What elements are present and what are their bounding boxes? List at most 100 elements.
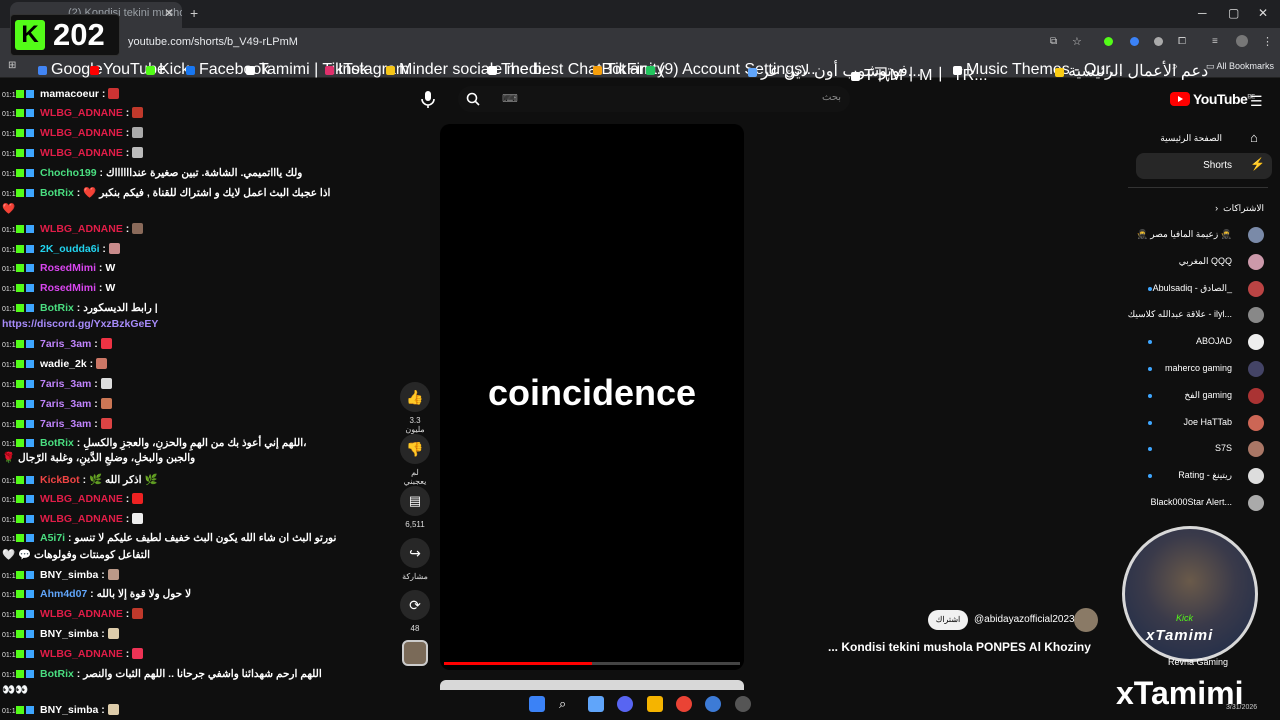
subscription-item[interactable]: ABOJAD xyxy=(1196,336,1232,346)
subscription-avatar[interactable] xyxy=(1248,254,1264,270)
subscription-item[interactable]: الفخ gaming xyxy=(1184,390,1232,401)
taskbar-search-icon[interactable]: ⌕ xyxy=(559,696,575,712)
subscription-avatar[interactable] xyxy=(1248,227,1264,243)
extension-icon[interactable] xyxy=(1104,37,1113,46)
chat-username[interactable]: 7aris_3am xyxy=(40,418,91,430)
chat-username[interactable]: WLBG_ADNANE xyxy=(40,648,123,660)
chat-username[interactable]: Chocho199 xyxy=(40,167,97,179)
chat-username[interactable]: wadie_2k xyxy=(40,358,87,370)
remix-button[interactable]: ⟳ 48 xyxy=(400,590,430,633)
chat-username[interactable]: WLBG_ADNANE xyxy=(40,127,123,139)
subscription-item[interactable]: Rating - ريتينغ xyxy=(1178,470,1232,481)
discord-icon[interactable] xyxy=(617,696,633,712)
chat-username[interactable]: WLBG_ADNANE xyxy=(40,493,123,505)
chat-username[interactable]: WLBG_ADNANE xyxy=(40,513,123,525)
chat-username[interactable]: RosedMimi xyxy=(40,262,96,274)
chat-username[interactable]: WLBG_ADNANE xyxy=(40,608,123,620)
video-description[interactable]: ... Kondisi tekini mushola PONPES Al Kho… xyxy=(828,640,1091,654)
subscription-avatar[interactable] xyxy=(1248,468,1264,484)
browser-menu-icon[interactable]: ⋮ xyxy=(1262,35,1273,48)
app-icon[interactable] xyxy=(705,696,721,712)
nav-shorts[interactable]: Shorts xyxy=(1203,160,1232,171)
chat-username[interactable]: 7aris_3am xyxy=(40,398,91,410)
chat-username[interactable]: 7aris_3am xyxy=(40,378,91,390)
apps-grid-icon[interactable]: ⊞ xyxy=(8,60,16,71)
subscription-avatar[interactable] xyxy=(1248,361,1264,377)
all-bookmarks-link[interactable]: ▭ All Bookmarks xyxy=(1206,61,1274,72)
channel-avatar[interactable] xyxy=(1074,608,1098,632)
bookmark-star-icon[interactable]: ☆ xyxy=(1072,35,1082,48)
keyboard-icon[interactable]: ⌨ xyxy=(502,92,518,105)
subscription-item[interactable]: S7S xyxy=(1215,443,1232,453)
minimize-icon[interactable]: ─ xyxy=(1198,6,1207,20)
subscription-item[interactable]: Black000Star Alert... xyxy=(1150,497,1232,507)
chrome-icon[interactable] xyxy=(676,696,692,712)
search-icon[interactable] xyxy=(466,92,480,106)
nav-home[interactable]: الصفحة الرئيسية xyxy=(1160,133,1222,144)
bookmark-item[interactable]: Kick xyxy=(146,61,189,79)
subscription-item[interactable]: 🥷 زعيمة المافيا مصر 🥷 xyxy=(1137,229,1232,240)
chat-username[interactable]: BNY_simba xyxy=(40,704,98,716)
extensions-puzzle-icon[interactable]: ⧠ xyxy=(1178,36,1186,47)
subscription-avatar[interactable] xyxy=(1248,388,1264,404)
new-tab-icon[interactable]: + xyxy=(190,5,198,21)
chat-username[interactable]: WLBG_ADNANE xyxy=(40,147,123,159)
chat-link[interactable]: https://discord.gg/YxzBzkGeEY xyxy=(2,318,158,330)
chat-username[interactable]: WLBG_ADNANE xyxy=(40,223,123,235)
close-window-icon[interactable]: ✕ xyxy=(1258,6,1268,20)
extension-icon[interactable] xyxy=(1130,37,1139,46)
channel-name[interactable]: @abidayazofficial2023 xyxy=(974,614,1075,625)
chat-username[interactable]: BotRix xyxy=(40,437,74,449)
chat-username[interactable]: BNY_simba xyxy=(40,569,98,581)
sound-avatar[interactable] xyxy=(402,640,428,666)
profile-avatar[interactable] xyxy=(1236,35,1248,47)
subscription-item[interactable]: Abulsadiq - الصادق_ xyxy=(1153,283,1232,294)
chat-username[interactable]: BotRix xyxy=(40,187,74,199)
subscription-item[interactable]: المغربي QQQ xyxy=(1179,256,1232,267)
chat-timestamp: 01:12 xyxy=(2,151,20,158)
close-tab-icon[interactable]: ✕ xyxy=(164,6,174,20)
hamburger-menu-icon[interactable]: ☰ xyxy=(1250,93,1263,110)
subscription-avatar[interactable] xyxy=(1248,281,1264,297)
microphone-icon[interactable] xyxy=(417,88,439,110)
subscription-item[interactable]: علاقة عبدالله كلاسيك - ilyl... xyxy=(1128,309,1232,320)
subscription-avatar[interactable] xyxy=(1248,441,1264,457)
url-field[interactable]: youtube.com/shorts/b_V49-rLPmM xyxy=(120,33,1020,52)
file-explorer-icon[interactable] xyxy=(588,696,604,712)
subscription-avatar[interactable] xyxy=(1248,415,1264,431)
maximize-icon[interactable]: ▢ xyxy=(1228,6,1239,20)
subscription-avatar[interactable] xyxy=(1248,495,1264,511)
chat-username[interactable]: BotRix xyxy=(40,302,74,314)
chat-username[interactable]: KickBot xyxy=(40,474,80,486)
chat-username[interactable]: BNY_simba xyxy=(40,628,98,640)
dislike-button[interactable]: 👎 لم يعجبني xyxy=(400,434,430,486)
folder-icon[interactable] xyxy=(647,696,663,712)
chat-username[interactable]: Ahm4d07 xyxy=(40,588,87,600)
windows-start-icon[interactable] xyxy=(529,696,545,712)
subscription-avatar[interactable] xyxy=(1248,307,1264,323)
youtube-logo[interactable]: YouTubeBE xyxy=(1170,91,1255,107)
bookmarks-overflow-icon[interactable]: » xyxy=(1172,61,1178,72)
subscribe-button[interactable]: اشتراك xyxy=(928,610,968,630)
like-button[interactable]: 👍 3.3 مليون xyxy=(400,382,430,434)
chat-username[interactable]: BotRix xyxy=(40,668,74,680)
chat-username[interactable]: A5i7i xyxy=(40,532,65,544)
chat-username[interactable]: RosedMimi xyxy=(40,282,96,294)
next-short-preview[interactable] xyxy=(440,680,744,690)
chat-username[interactable]: 2K_oudda6i xyxy=(40,243,100,255)
chat-username[interactable]: 7aris_3am xyxy=(40,338,91,350)
subscription-item[interactable]: maherco gaming xyxy=(1165,363,1232,373)
bookmark-item[interactable]: دعم الأعمال الرئيسية xyxy=(1055,61,1208,81)
obs-icon[interactable] xyxy=(735,696,751,712)
subscription-avatar[interactable] xyxy=(1248,334,1264,350)
nav-subscriptions[interactable]: › الاشتراكات xyxy=(1215,203,1264,214)
share-button[interactable]: ↪ مشاركة xyxy=(400,538,430,581)
chat-username[interactable]: WLBG_ADNANE xyxy=(40,107,123,119)
extension-icon[interactable] xyxy=(1154,37,1163,46)
comments-button[interactable]: ▤ 6,511 xyxy=(400,486,430,529)
subscription-item[interactable]: Joe HaTTab xyxy=(1183,417,1232,427)
reading-list-icon[interactable]: ≡ xyxy=(1212,36,1218,47)
install-icon[interactable]: ⧉ xyxy=(1050,36,1057,47)
subscription-item[interactable]: Revna Gaming xyxy=(1168,657,1228,667)
chat-username[interactable]: mamacoeur xyxy=(40,88,99,100)
